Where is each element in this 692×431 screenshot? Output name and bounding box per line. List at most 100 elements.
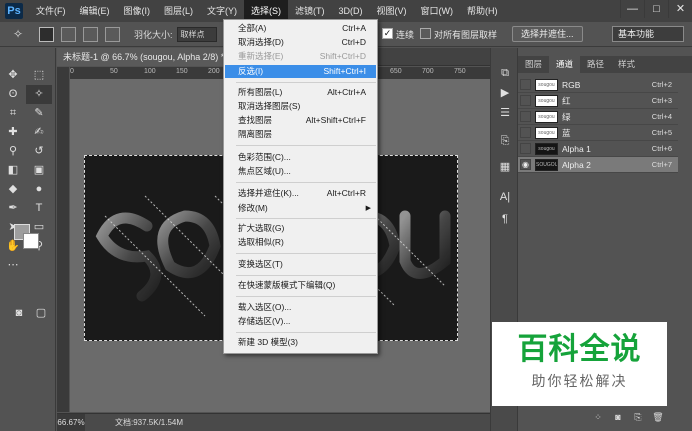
- adjustments-icon[interactable]: ▦: [495, 158, 515, 176]
- clone-source-icon[interactable]: ⎘: [495, 132, 515, 150]
- tab-styles[interactable]: 样式: [611, 56, 642, 73]
- document-tab[interactable]: 未标题-1 @ 66.7% (sougou, Alpha 2/8) * ×: [57, 48, 238, 66]
- menu-item-quick-mask[interactable]: 在快速蒙版模式下编辑(Q): [225, 279, 376, 292]
- panel-tabs: 图层 通道 路径 样式: [518, 56, 692, 73]
- channel-name: Alpha 2: [562, 160, 591, 170]
- more-tools-icon[interactable]: ⋯: [0, 256, 26, 275]
- type-tool-icon[interactable]: T: [26, 199, 52, 218]
- brush-tool-icon[interactable]: ✍: [26, 123, 52, 142]
- menu-item-find-layers[interactable]: 查找图层 Alt+Shift+Ctrl+F: [225, 114, 376, 127]
- menu-item-shortcut: Alt+Ctrl+R: [326, 188, 366, 198]
- menu-item-label: 变换选区(T): [238, 259, 283, 269]
- menu-item-select-and-mask[interactable]: 选择并遮住(K)... Alt+Ctrl+R: [225, 187, 376, 200]
- save-selection-channel-icon[interactable]: ◙: [608, 410, 628, 424]
- blur-tool-icon[interactable]: ◆: [0, 180, 26, 199]
- visibility-toggle[interactable]: [520, 79, 531, 90]
- menu-item-new-3d-model[interactable]: 新建 3D 模型(3): [225, 336, 376, 349]
- menu-separator: [236, 145, 376, 146]
- gradient-tool-icon[interactable]: ▣: [26, 161, 52, 180]
- clone-stamp-icon[interactable]: ⚲: [0, 142, 26, 161]
- close-button[interactable]: ✕: [668, 0, 692, 18]
- intersect-selection-icon[interactable]: [105, 26, 120, 42]
- menu-edit[interactable]: 编辑(E): [73, 0, 117, 22]
- channel-row-selected[interactable]: ◉ SOUGOU Alpha 2 Ctrl+7: [518, 157, 678, 173]
- menu-item-isolate-layers[interactable]: 隔离图层: [225, 128, 376, 141]
- pen-tool-icon[interactable]: ✒: [0, 199, 26, 218]
- menu-item-deselect[interactable]: 取消选择(D) Ctrl+D: [225, 36, 376, 49]
- menu-item-inverse[interactable]: 反选(I) Shift+Ctrl+I: [225, 65, 376, 78]
- paragraph-panel-icon[interactable]: ¶: [495, 210, 515, 228]
- channel-row[interactable]: sougou 绿 Ctrl+4: [518, 109, 678, 125]
- document-size[interactable]: 文档:937.5K/1.54M: [115, 414, 183, 431]
- character-panel-icon[interactable]: A|: [495, 188, 515, 206]
- menu-layer[interactable]: 图层(L): [157, 0, 200, 22]
- channel-row[interactable]: sougou 蓝 Ctrl+5: [518, 125, 678, 141]
- eyedropper-tool-icon[interactable]: ✎: [26, 104, 52, 123]
- menu-item-similar[interactable]: 选取相似(R): [225, 236, 376, 249]
- sample-all-layers-checkbox[interactable]: [420, 28, 431, 39]
- menu-item-label: 隔离图层: [238, 129, 273, 139]
- background-color-swatch[interactable]: [23, 233, 39, 249]
- tab-paths[interactable]: 路径: [580, 56, 611, 73]
- select-and-mask-button[interactable]: 选择并遮住...: [512, 26, 583, 42]
- menu-item-label: 焦点区域(U)...: [238, 166, 291, 176]
- watermark-subtitle: 助你轻松解决: [531, 373, 628, 389]
- move-tool-icon[interactable]: ✥: [0, 66, 26, 85]
- contiguous-label: 连续: [396, 30, 415, 40]
- menu-help[interactable]: 帮助(H): [460, 0, 505, 22]
- load-channel-selection-icon[interactable]: ⁘: [588, 410, 608, 424]
- dodge-tool-icon[interactable]: ●: [26, 180, 52, 199]
- channel-name: RGB: [562, 80, 581, 90]
- delete-channel-icon[interactable]: 🗑: [648, 410, 668, 424]
- menu-item-modify[interactable]: 修改(M) ▶: [225, 202, 376, 215]
- lasso-tool-icon[interactable]: ʘ: [0, 85, 26, 104]
- menu-item-load-selection[interactable]: 载入选区(O)...: [225, 301, 376, 314]
- sample-size-select[interactable]: 取样点: [176, 26, 217, 42]
- add-to-selection-icon[interactable]: [61, 26, 76, 42]
- ruler-tick: 700: [422, 68, 434, 75]
- subtract-from-selection-icon[interactable]: [83, 26, 98, 42]
- marquee-tool-icon[interactable]: ⬚: [26, 66, 52, 85]
- menu-window[interactable]: 窗口(W): [414, 0, 461, 22]
- eye-icon[interactable]: ◉: [520, 159, 531, 170]
- menu-item-save-selection[interactable]: 存储选区(V)...: [225, 315, 376, 328]
- channel-row[interactable]: sougou 红 Ctrl+3: [518, 93, 678, 109]
- crop-tool-icon[interactable]: ⌗: [0, 104, 26, 123]
- menu-item-grow[interactable]: 扩大选取(G): [225, 222, 376, 235]
- eraser-tool-icon[interactable]: ◧: [0, 161, 26, 180]
- menu-item-label: 选取相似(R): [238, 237, 284, 247]
- menu-file[interactable]: 文件(F): [29, 0, 73, 22]
- menu-item-select-all[interactable]: 全部(A) Ctrl+A: [225, 22, 376, 35]
- new-selection-icon[interactable]: [39, 26, 54, 42]
- maximize-button[interactable]: □: [644, 0, 668, 18]
- visibility-toggle[interactable]: [520, 95, 531, 106]
- menu-item-deselect-layers[interactable]: 取消选择图层(S): [225, 100, 376, 113]
- channel-row[interactable]: sougou Alpha 1 Ctrl+6: [518, 141, 678, 157]
- menu-item-color-range[interactable]: 色彩范围(C)...: [225, 151, 376, 164]
- visibility-toggle[interactable]: [520, 143, 531, 154]
- menu-item-focus-area[interactable]: 焦点区域(U)...: [225, 165, 376, 178]
- magic-wand-tool-preset-icon[interactable]: ✧: [4, 24, 32, 44]
- minimize-button[interactable]: —: [620, 0, 644, 18]
- zoom-level[interactable]: 66.67%: [57, 414, 85, 431]
- menu-separator: [236, 275, 376, 276]
- new-channel-icon[interactable]: ⎘: [628, 410, 648, 424]
- workspace-select[interactable]: 基本功能: [612, 26, 684, 42]
- contiguous-checkbox[interactable]: ✓: [382, 28, 393, 39]
- visibility-toggle[interactable]: [520, 127, 531, 138]
- healing-brush-icon[interactable]: ✚: [0, 123, 26, 142]
- properties-panel-icon[interactable]: ☰: [495, 104, 515, 122]
- actions-panel-icon[interactable]: ▶: [495, 84, 515, 102]
- magic-wand-tool-icon[interactable]: ✧: [26, 85, 52, 104]
- tab-channels[interactable]: 通道: [549, 56, 581, 73]
- visibility-toggle[interactable]: [520, 111, 531, 122]
- menu-image[interactable]: 图像(I): [117, 0, 158, 22]
- channel-row[interactable]: sougou RGB Ctrl+2: [518, 77, 678, 93]
- screen-mode-icon[interactable]: ▢: [28, 304, 54, 323]
- history-panel-icon[interactable]: ⧉: [495, 64, 515, 82]
- tab-layers[interactable]: 图层: [518, 56, 549, 73]
- menu-item-all-layers[interactable]: 所有图层(L) Alt+Ctrl+A: [225, 86, 376, 99]
- channel-name: 红: [562, 96, 571, 106]
- menu-item-transform-selection[interactable]: 变换选区(T): [225, 258, 376, 271]
- history-brush-icon[interactable]: ↺: [26, 142, 52, 161]
